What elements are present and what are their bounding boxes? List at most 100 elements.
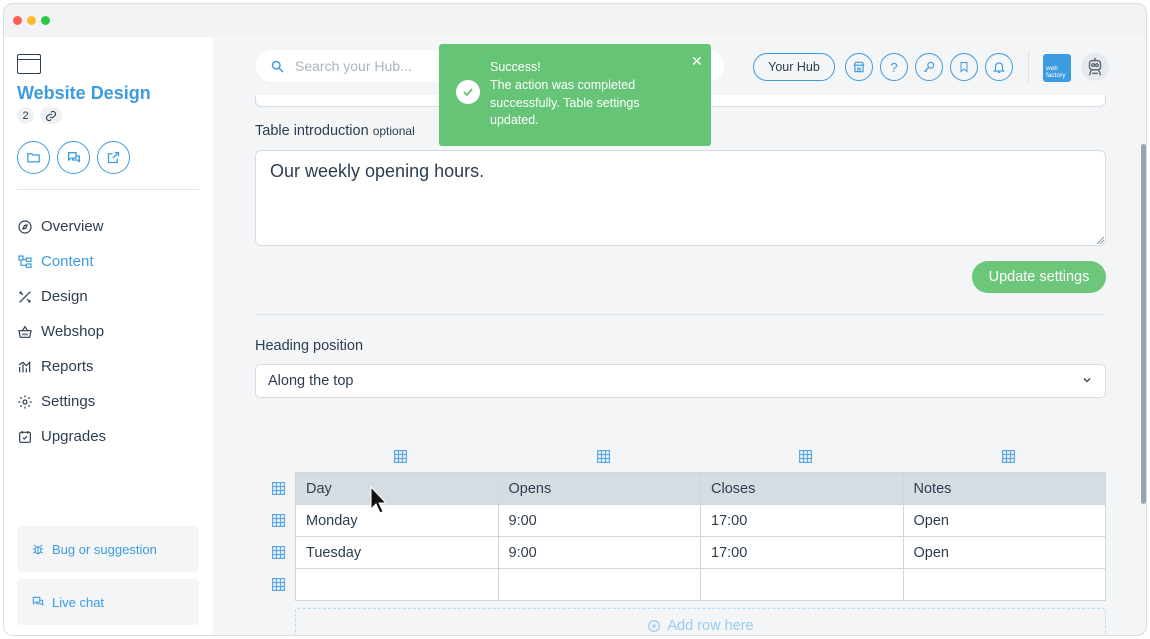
your-hub-button[interactable]: Your Hub	[753, 53, 835, 81]
table-cell[interactable]	[700, 568, 904, 601]
table-cell[interactable]: Tuesday	[295, 536, 499, 569]
link-icon[interactable]	[40, 107, 62, 124]
sidebar-item-label: Upgrades	[41, 428, 107, 445]
table-intro-label: Table introduction optional	[255, 123, 415, 139]
chat-bubbles-icon[interactable]	[57, 141, 90, 174]
table-cell[interactable]: Monday	[295, 504, 499, 537]
row-options-icon[interactable]	[272, 578, 285, 591]
row-options-icon[interactable]	[272, 546, 285, 559]
column-options-icon[interactable]	[597, 450, 610, 463]
sidebar-item-label: Overview	[41, 218, 104, 235]
sidebar-item-label: Settings	[41, 393, 96, 410]
scrollbar[interactable]	[1141, 144, 1146, 504]
chart-icon	[18, 360, 31, 372]
heading-position-value: Along the top	[268, 373, 354, 389]
bell-icon[interactable]	[985, 53, 1013, 81]
update-settings-button[interactable]: Update settings	[972, 261, 1106, 293]
sidebar-item-content[interactable]: Content	[17, 244, 106, 279]
optional-tag: optional	[372, 124, 415, 138]
site-meta: 2	[17, 107, 62, 124]
bug-report-label: Bug or suggestion	[52, 541, 157, 557]
add-row-label: Add row here	[667, 618, 754, 634]
store-icon[interactable]	[845, 53, 873, 81]
sidebar-item-settings[interactable]: Settings	[17, 384, 106, 419]
table-cell[interactable]: Open	[902, 536, 1106, 569]
table-intro-label-text: Table introduction	[255, 123, 369, 139]
table-cell[interactable]	[902, 568, 1106, 601]
column-options-icon[interactable]	[394, 450, 407, 463]
table-header-row: Day Opens Closes Notes	[295, 472, 1106, 505]
table-header-cell[interactable]: Opens	[497, 472, 701, 505]
table-row: Tuesday 9:00 17:00 Open	[295, 536, 1106, 569]
table-cell[interactable]: 9:00	[497, 504, 701, 537]
check-circle-icon	[456, 80, 480, 104]
gear-icon	[18, 394, 32, 409]
external-link-icon[interactable]	[97, 141, 130, 174]
sidebar: Website Design 2 Overview Content Design…	[4, 37, 213, 635]
main-content: Table introduction optional Update setti…	[213, 95, 1139, 635]
close-window-button[interactable]	[13, 16, 22, 25]
compass-icon	[18, 219, 32, 234]
minimize-window-button[interactable]	[27, 16, 36, 25]
brush-ruler-icon	[19, 290, 31, 303]
live-chat-label: Live chat	[52, 594, 105, 610]
column-options-icon[interactable]	[1002, 450, 1015, 463]
avatar[interactable]	[1081, 53, 1109, 81]
table-cell[interactable]: 17:00	[700, 504, 904, 537]
sidebar-item-label: Reports	[41, 358, 94, 375]
sidebar-item-overview[interactable]: Overview	[17, 209, 106, 244]
bug-icon	[32, 544, 44, 555]
live-chat-button[interactable]: Live chat	[17, 579, 199, 625]
sidebar-divider	[17, 189, 199, 190]
browser-window-icon	[17, 54, 41, 74]
resize-handle-icon[interactable]	[1096, 236, 1104, 244]
calendar-check-icon	[19, 430, 31, 443]
table-cell[interactable]: 17:00	[700, 536, 904, 569]
sidebar-item-upgrades[interactable]: Upgrades	[17, 419, 106, 454]
toast-title: Success!	[490, 60, 541, 74]
search-icon	[271, 60, 284, 73]
sidebar-item-reports[interactable]: Reports	[17, 349, 106, 384]
count-badge: 2	[17, 107, 34, 124]
table-cell[interactable]: Open	[902, 504, 1106, 537]
table-row: Monday 9:00 17:00 Open	[295, 504, 1106, 537]
chevron-down-icon	[1083, 378, 1091, 383]
sidebar-item-design[interactable]: Design	[17, 279, 106, 314]
sidebar-item-label: Webshop	[41, 323, 105, 340]
help-icon[interactable]: ?	[880, 53, 908, 81]
row-options-icon[interactable]	[272, 514, 285, 527]
success-toast: Success! The action was completed succes…	[439, 44, 711, 146]
column-options-icon[interactable]	[799, 450, 812, 463]
site-actions	[17, 141, 130, 174]
table-header-cell[interactable]: Notes	[902, 472, 1106, 505]
bookmark-icon[interactable]	[950, 53, 978, 81]
header-divider	[1028, 51, 1029, 83]
sidebar-item-label: Content	[41, 253, 94, 270]
maximize-window-button[interactable]	[41, 16, 50, 25]
heading-position-select[interactable]: Along the top	[255, 364, 1106, 398]
table-header-cell[interactable]: Closes	[700, 472, 904, 505]
table-header-cell[interactable]: Day	[295, 472, 499, 505]
title-bar	[4, 4, 1146, 37]
chat-icon	[32, 596, 44, 606]
table-row	[295, 568, 1106, 601]
add-row-button[interactable]: Add row here	[295, 608, 1106, 635]
folder-icon[interactable]	[17, 141, 50, 174]
table-intro-textarea[interactable]	[255, 150, 1106, 246]
site-title[interactable]: Website Design	[17, 83, 151, 104]
search-input[interactable]	[295, 58, 445, 74]
webfactory-logo[interactable]: web factory	[1043, 54, 1071, 82]
mouse-cursor-icon	[370, 486, 388, 514]
close-icon[interactable]: ✕	[691, 53, 703, 70]
basket-icon	[18, 325, 32, 338]
heading-position-label: Heading position	[255, 338, 364, 354]
sidebar-item-webshop[interactable]: Webshop	[17, 314, 106, 349]
table-cell[interactable]	[295, 568, 499, 601]
plus-circle-icon	[648, 620, 661, 632]
bug-report-button[interactable]: Bug or suggestion	[17, 526, 199, 572]
table-cell[interactable]: 9:00	[497, 536, 701, 569]
sidebar-nav: Overview Content Design Webshop Reports …	[17, 209, 106, 454]
key-icon[interactable]	[915, 53, 943, 81]
row-options-icon[interactable]	[272, 482, 285, 495]
table-cell[interactable]	[497, 568, 701, 601]
